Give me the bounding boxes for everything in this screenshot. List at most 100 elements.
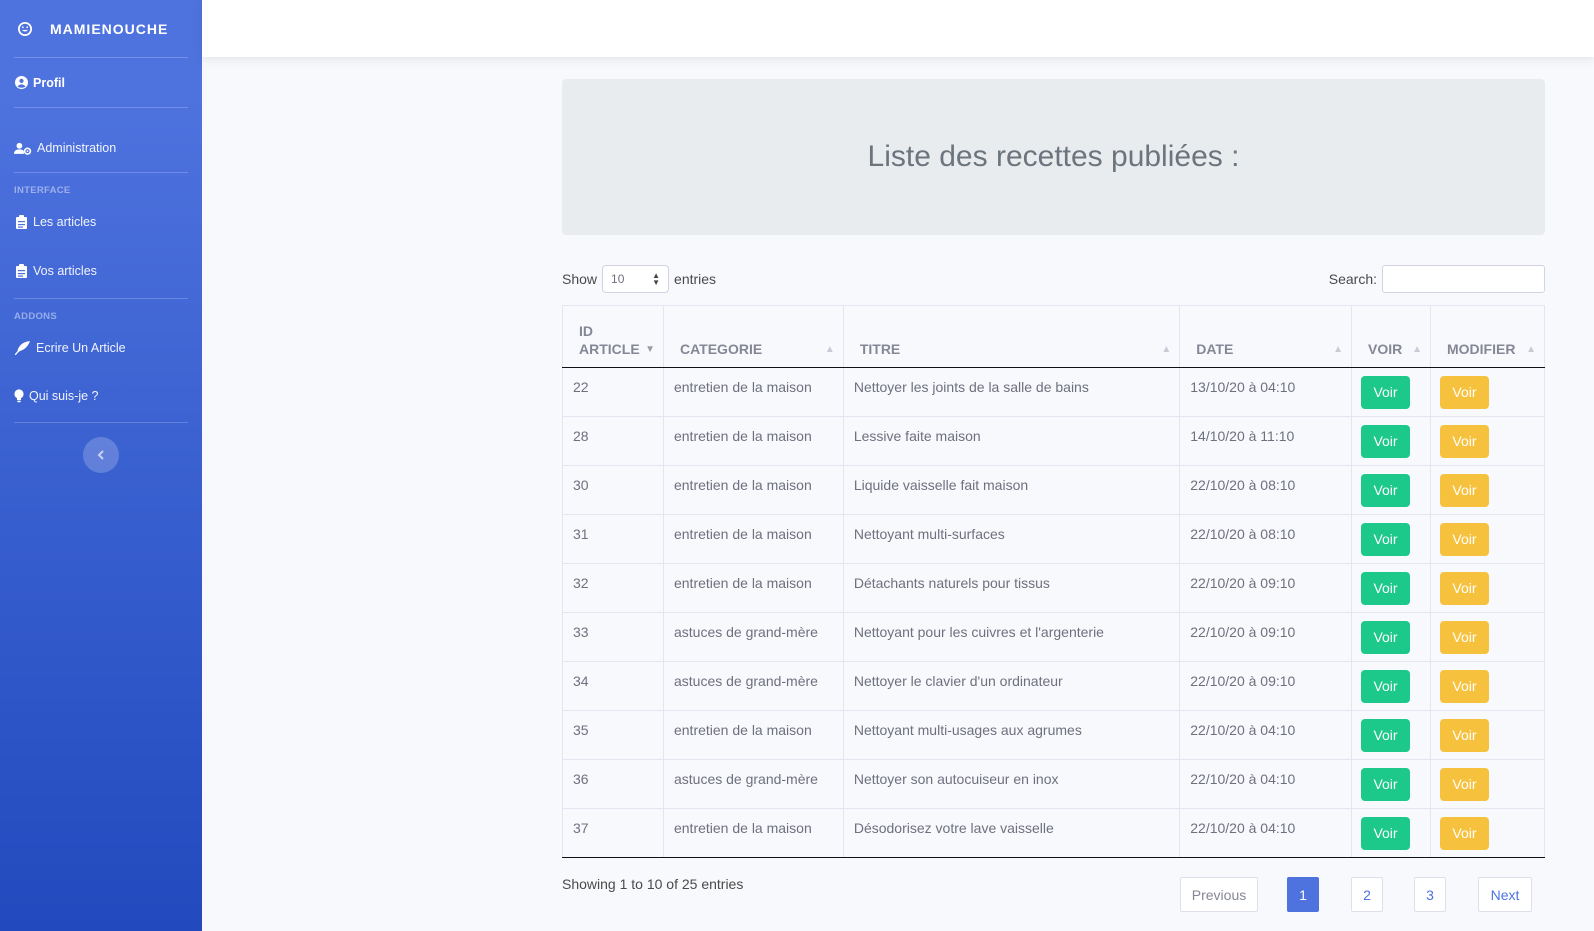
modifier-button[interactable]: Voir [1439,425,1489,458]
column-header-categorie[interactable]: CATEGORIE ▲ [662,305,844,368]
table-row: 33 astuces de grand-mère Nettoyant pour … [562,612,1546,662]
sidebar-item-label: Profil [33,75,65,90]
voir-button[interactable]: Voir [1361,474,1411,507]
modifier-button[interactable]: Voir [1439,572,1489,605]
brand-name: MAMIENOUCHE [50,20,169,37]
cell-modifier: Voir [1429,416,1546,466]
page-1-button[interactable]: 1 [1287,877,1319,912]
header-modifier: MODIFIER [1446,341,1516,357]
cell-voir: Voir [1351,759,1431,809]
user-cog-icon [14,141,32,155]
sidebar-item-les-articles[interactable]: Les articles [0,200,202,244]
page-title: Liste des recettes publiées : [867,140,1240,173]
voir-button[interactable]: Voir [1361,425,1411,458]
sidebar-item-profil[interactable]: Profil [0,58,202,107]
page-3-button[interactable]: 3 [1414,877,1446,912]
user-circle-icon [14,76,28,90]
voir-button[interactable]: Voir [1361,670,1411,703]
show-label: Show [562,271,598,287]
cell-modifier: Voir [1429,563,1546,613]
cell-categorie: entretien de la maison [662,514,844,564]
modifier-button[interactable]: Voir [1439,817,1489,850]
cell-titre: Désodorisez votre lave vaisselle [842,808,1181,858]
cell-categorie: entretien de la maison [662,808,844,858]
table-row: 30 entretien de la maison Liquide vaisse… [562,465,1546,515]
sort-icon: ▲ [1526,344,1536,355]
modifier-button[interactable]: Voir [1439,719,1489,752]
cell-titre: Nettoyant pour les cuivres et l'argenter… [842,612,1181,662]
cell-categorie: entretien de la maison [662,416,844,466]
next-page-button[interactable]: Next [1478,877,1532,912]
entries-select[interactable]: 10 ▲ ▼ [602,265,670,293]
header-id-line2: ARTICLE [579,341,640,357]
header-categorie: CATEGORIE [679,341,763,357]
cell-modifier: Voir [1429,808,1546,858]
modifier-button[interactable]: Voir [1439,474,1489,507]
sidebar-item-label: Ecrire Un Article [36,341,126,355]
cell-modifier: Voir [1429,759,1546,809]
voir-button[interactable]: Voir [1361,768,1411,801]
sidebar-heading-interface: INTERFACE [14,185,71,196]
cell-modifier: Voir [1429,465,1546,515]
cell-voir: Voir [1351,514,1431,564]
column-header-id-article[interactable]: ID ARTICLE ▼ [562,305,664,368]
search-input[interactable] [1382,265,1545,293]
column-header-voir[interactable]: VOIR ▲ [1351,305,1431,368]
cell-categorie: astuces de grand-mère [662,661,844,711]
header-voir: VOIR [1368,341,1403,357]
voir-button[interactable]: Voir [1361,719,1411,752]
cell-date: 22/10/20 à 04:10 [1179,710,1353,760]
cell-voir: Voir [1351,661,1431,711]
voir-button[interactable]: Voir [1361,621,1411,654]
sidebar-heading-addons: ADDONS [14,311,57,322]
sort-desc-icon: ▼ [645,344,655,355]
column-header-date[interactable]: DATE ▲ [1179,305,1353,368]
chevron-left-icon [97,447,105,463]
search-box: Search: [1329,265,1545,293]
table-info: Showing 1 to 10 of 25 entries [562,876,744,892]
sidebar-item-label: Vos articles [33,264,97,278]
page-2-button[interactable]: 2 [1351,877,1383,912]
cell-id: 37 [562,808,664,858]
sidebar-item-administration[interactable]: Administration [0,108,202,172]
cell-id: 30 [562,465,664,515]
table-row: 34 astuces de grand-mère Nettoyer le cla… [562,661,1546,711]
voir-button[interactable]: Voir [1361,523,1411,556]
sidebar-item-vos-articles[interactable]: Vos articles [0,244,202,298]
sidebar-toggle-button[interactable] [83,437,119,473]
sort-icon: ▲ [1333,344,1344,355]
previous-page-button[interactable]: Previous [1180,877,1258,912]
cell-categorie: entretien de la maison [662,563,844,613]
topbar [202,0,1594,57]
cell-titre: Nettoyer son autocuiseur en inox [842,759,1181,809]
sidebar-item-label: Administration [37,141,117,155]
column-header-titre[interactable]: TITRE ▲ [842,305,1181,368]
sort-icon: ▲ [824,344,835,355]
voir-button[interactable]: Voir [1361,572,1411,605]
cell-titre: Nettoyer les joints de la salle de bains [842,367,1181,417]
cell-date: 13/10/20 à 04:10 [1179,367,1353,417]
brand-link[interactable]: MAMIENOUCHE [0,0,202,57]
column-header-modifier[interactable]: MODIFIER ▲ [1429,305,1546,368]
header-titre: TITRE [859,341,901,357]
modifier-button[interactable]: Voir [1439,768,1489,801]
voir-button[interactable]: Voir [1361,817,1411,850]
sort-icon: ▲ [1161,344,1172,355]
modifier-button[interactable]: Voir [1439,523,1489,556]
cell-date: 22/10/20 à 09:10 [1179,612,1353,662]
voir-button[interactable]: Voir [1361,376,1411,409]
modifier-button[interactable]: Voir [1439,670,1489,703]
table-row: 31 entretien de la maison Nettoyant mult… [562,514,1546,564]
sidebar-item-ecrire-un-article[interactable]: Ecrire Un Article [0,326,202,370]
sidebar-item-qui-suis-je[interactable]: Qui suis-je ? [0,370,202,422]
table-row: 36 astuces de grand-mère Nettoyer son au… [562,759,1546,809]
table-row: 32 entretien de la maison Détachants nat… [562,563,1546,613]
modifier-button[interactable]: Voir [1439,621,1489,654]
clipboard-icon [14,264,28,278]
entries-label: entries [674,271,717,287]
modifier-button[interactable]: Voir [1439,376,1489,409]
table-header-row: ID ARTICLE ▼ CATEGORIE ▲ TITRE ▲ DATE ▲ … [562,305,1546,368]
cell-titre: Liquide vaisselle fait maison [842,465,1181,515]
cell-id: 28 [562,416,664,466]
cell-date: 22/10/20 à 08:10 [1179,514,1353,564]
